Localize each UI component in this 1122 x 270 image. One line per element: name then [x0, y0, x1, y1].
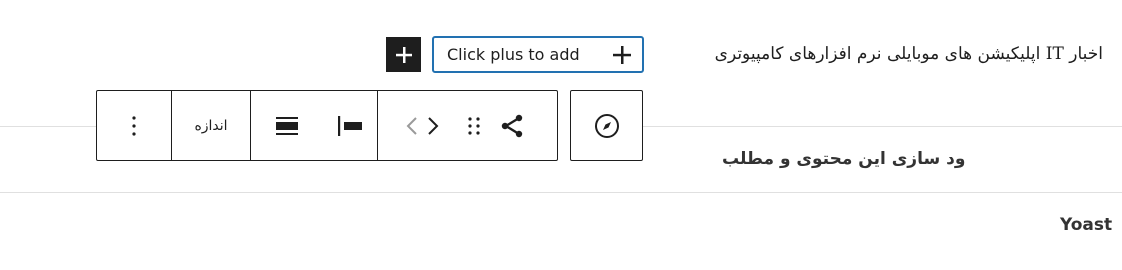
metabox-divider-bottom [0, 192, 1122, 193]
move-left-button[interactable] [378, 91, 418, 160]
plus-icon [613, 46, 631, 64]
drag-handle-button[interactable] [448, 91, 500, 160]
yoast-metabox-title[interactable]: Yoast [1060, 212, 1112, 238]
block-toolbar: اندازه [96, 90, 558, 161]
size-label: اندازه [194, 117, 228, 134]
category-links-text: اخبار IT اپلیکیشن های موبایلی نرم افزاره… [714, 44, 1103, 64]
block-placeholder-inserter[interactable]: Click plus to add [432, 36, 644, 73]
toolbar-group-more [97, 91, 171, 160]
block-appender-button[interactable] [386, 37, 421, 72]
size-button[interactable]: اندازه [172, 91, 250, 160]
toolbar-group-size: اندازه [171, 91, 250, 160]
share-icon [501, 114, 523, 137]
inserter-plus-button[interactable] [611, 44, 633, 70]
select-parent-button[interactable] [571, 91, 642, 160]
toolbar-group-alignment [250, 91, 377, 160]
move-right-button[interactable] [418, 91, 448, 160]
metabox-divider-top [0, 126, 97, 127]
justify-fill-icon [276, 116, 299, 135]
toolbar-group-movers [377, 91, 557, 160]
justify-left-icon [338, 115, 363, 136]
plus-icon [395, 46, 412, 63]
share-button[interactable] [500, 91, 540, 160]
justify-fill-button[interactable] [251, 91, 323, 160]
drag-handle-icon [468, 116, 480, 135]
chevron-left-icon [406, 116, 417, 135]
compass-icon [594, 113, 619, 138]
more-options-button[interactable] [97, 91, 171, 160]
inserter-placeholder-label: Click plus to add [447, 45, 580, 64]
parent-block-toolbar [570, 90, 643, 161]
more-vertical-icon [132, 115, 136, 136]
metabox-title[interactable]: ود سازی این محتوی و مطلب [722, 146, 1122, 172]
chevron-right-icon [428, 116, 439, 135]
metabox-divider-top-right [642, 126, 1122, 127]
justify-left-button[interactable] [323, 91, 377, 160]
